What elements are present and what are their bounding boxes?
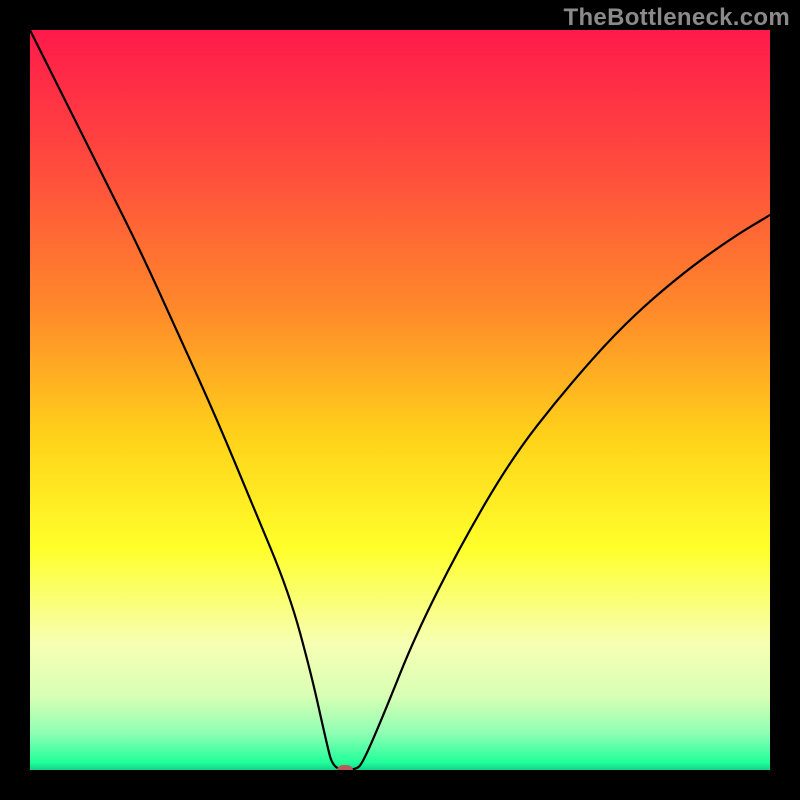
- optimal-point-marker: [337, 765, 353, 770]
- chart-frame: TheBottleneck.com: [0, 0, 800, 800]
- curve-layer: [30, 30, 770, 770]
- bottleneck-curve: [30, 30, 770, 770]
- plot-area: [30, 30, 770, 770]
- watermark-text: TheBottleneck.com: [564, 4, 790, 32]
